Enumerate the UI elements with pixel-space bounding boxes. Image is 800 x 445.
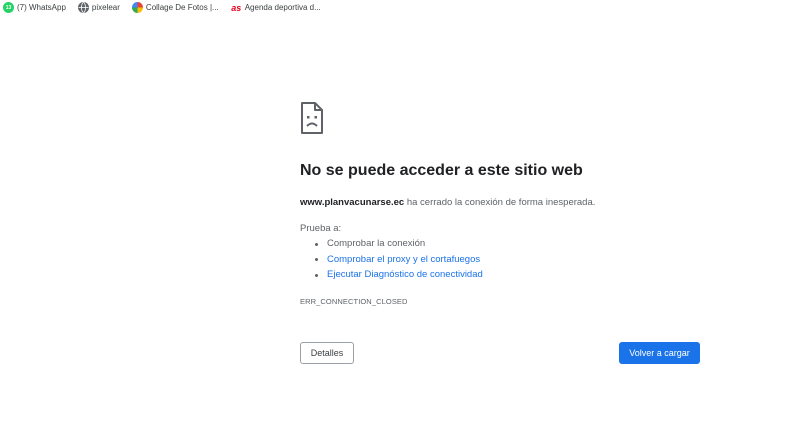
bookmark-label: pixelear xyxy=(91,3,120,12)
site-domain: www.planvacunarse.ec xyxy=(300,197,405,208)
as-logo-icon: as xyxy=(231,2,242,13)
bookmark-agenda-deportiva[interactable]: as Agenda deportiva d... xyxy=(231,2,321,13)
error-message: ha cerrado la conexión de forma inespera… xyxy=(404,197,596,208)
suggestion-run-diagnostics-link[interactable]: Ejecutar Diagnóstico de conectividad xyxy=(313,267,483,283)
globe-icon xyxy=(77,2,89,13)
details-button[interactable]: Detalles xyxy=(300,342,354,364)
bookmarks-bar: 13 (7) WhatsApp pixelear Collage De Foto… xyxy=(0,0,800,15)
suggestion-check-connection: Comprobar la conexión xyxy=(313,236,483,252)
suggestion-check-proxy-link[interactable]: Comprobar el proxy y el cortafuegos xyxy=(313,252,483,268)
error-code: ERR_CONNECTION_CLOSED xyxy=(300,297,408,306)
collage-icon xyxy=(131,2,143,13)
suggestions-list: Comprobar la conexión Comprobar el proxy… xyxy=(313,236,483,283)
try-label: Prueba a: xyxy=(300,223,342,234)
bookmark-pixelear[interactable]: pixelear xyxy=(77,2,120,13)
page-title: No se puede acceder a este sitio web xyxy=(300,162,583,179)
bookmark-whatsapp[interactable]: 13 (7) WhatsApp xyxy=(3,2,66,13)
whatsapp-icon: 13 xyxy=(3,2,14,13)
sad-page-icon xyxy=(301,102,323,134)
bookmark-collage[interactable]: Collage De Fotos |... xyxy=(131,2,219,13)
reload-button[interactable]: Volver a cargar xyxy=(619,342,700,364)
bookmark-label: Agenda deportiva d... xyxy=(244,3,321,12)
error-description: www.planvacunarse.ec ha cerrado la conex… xyxy=(300,197,595,208)
bookmark-label: (7) WhatsApp xyxy=(17,3,66,12)
bookmark-label: Collage De Fotos |... xyxy=(145,3,219,12)
